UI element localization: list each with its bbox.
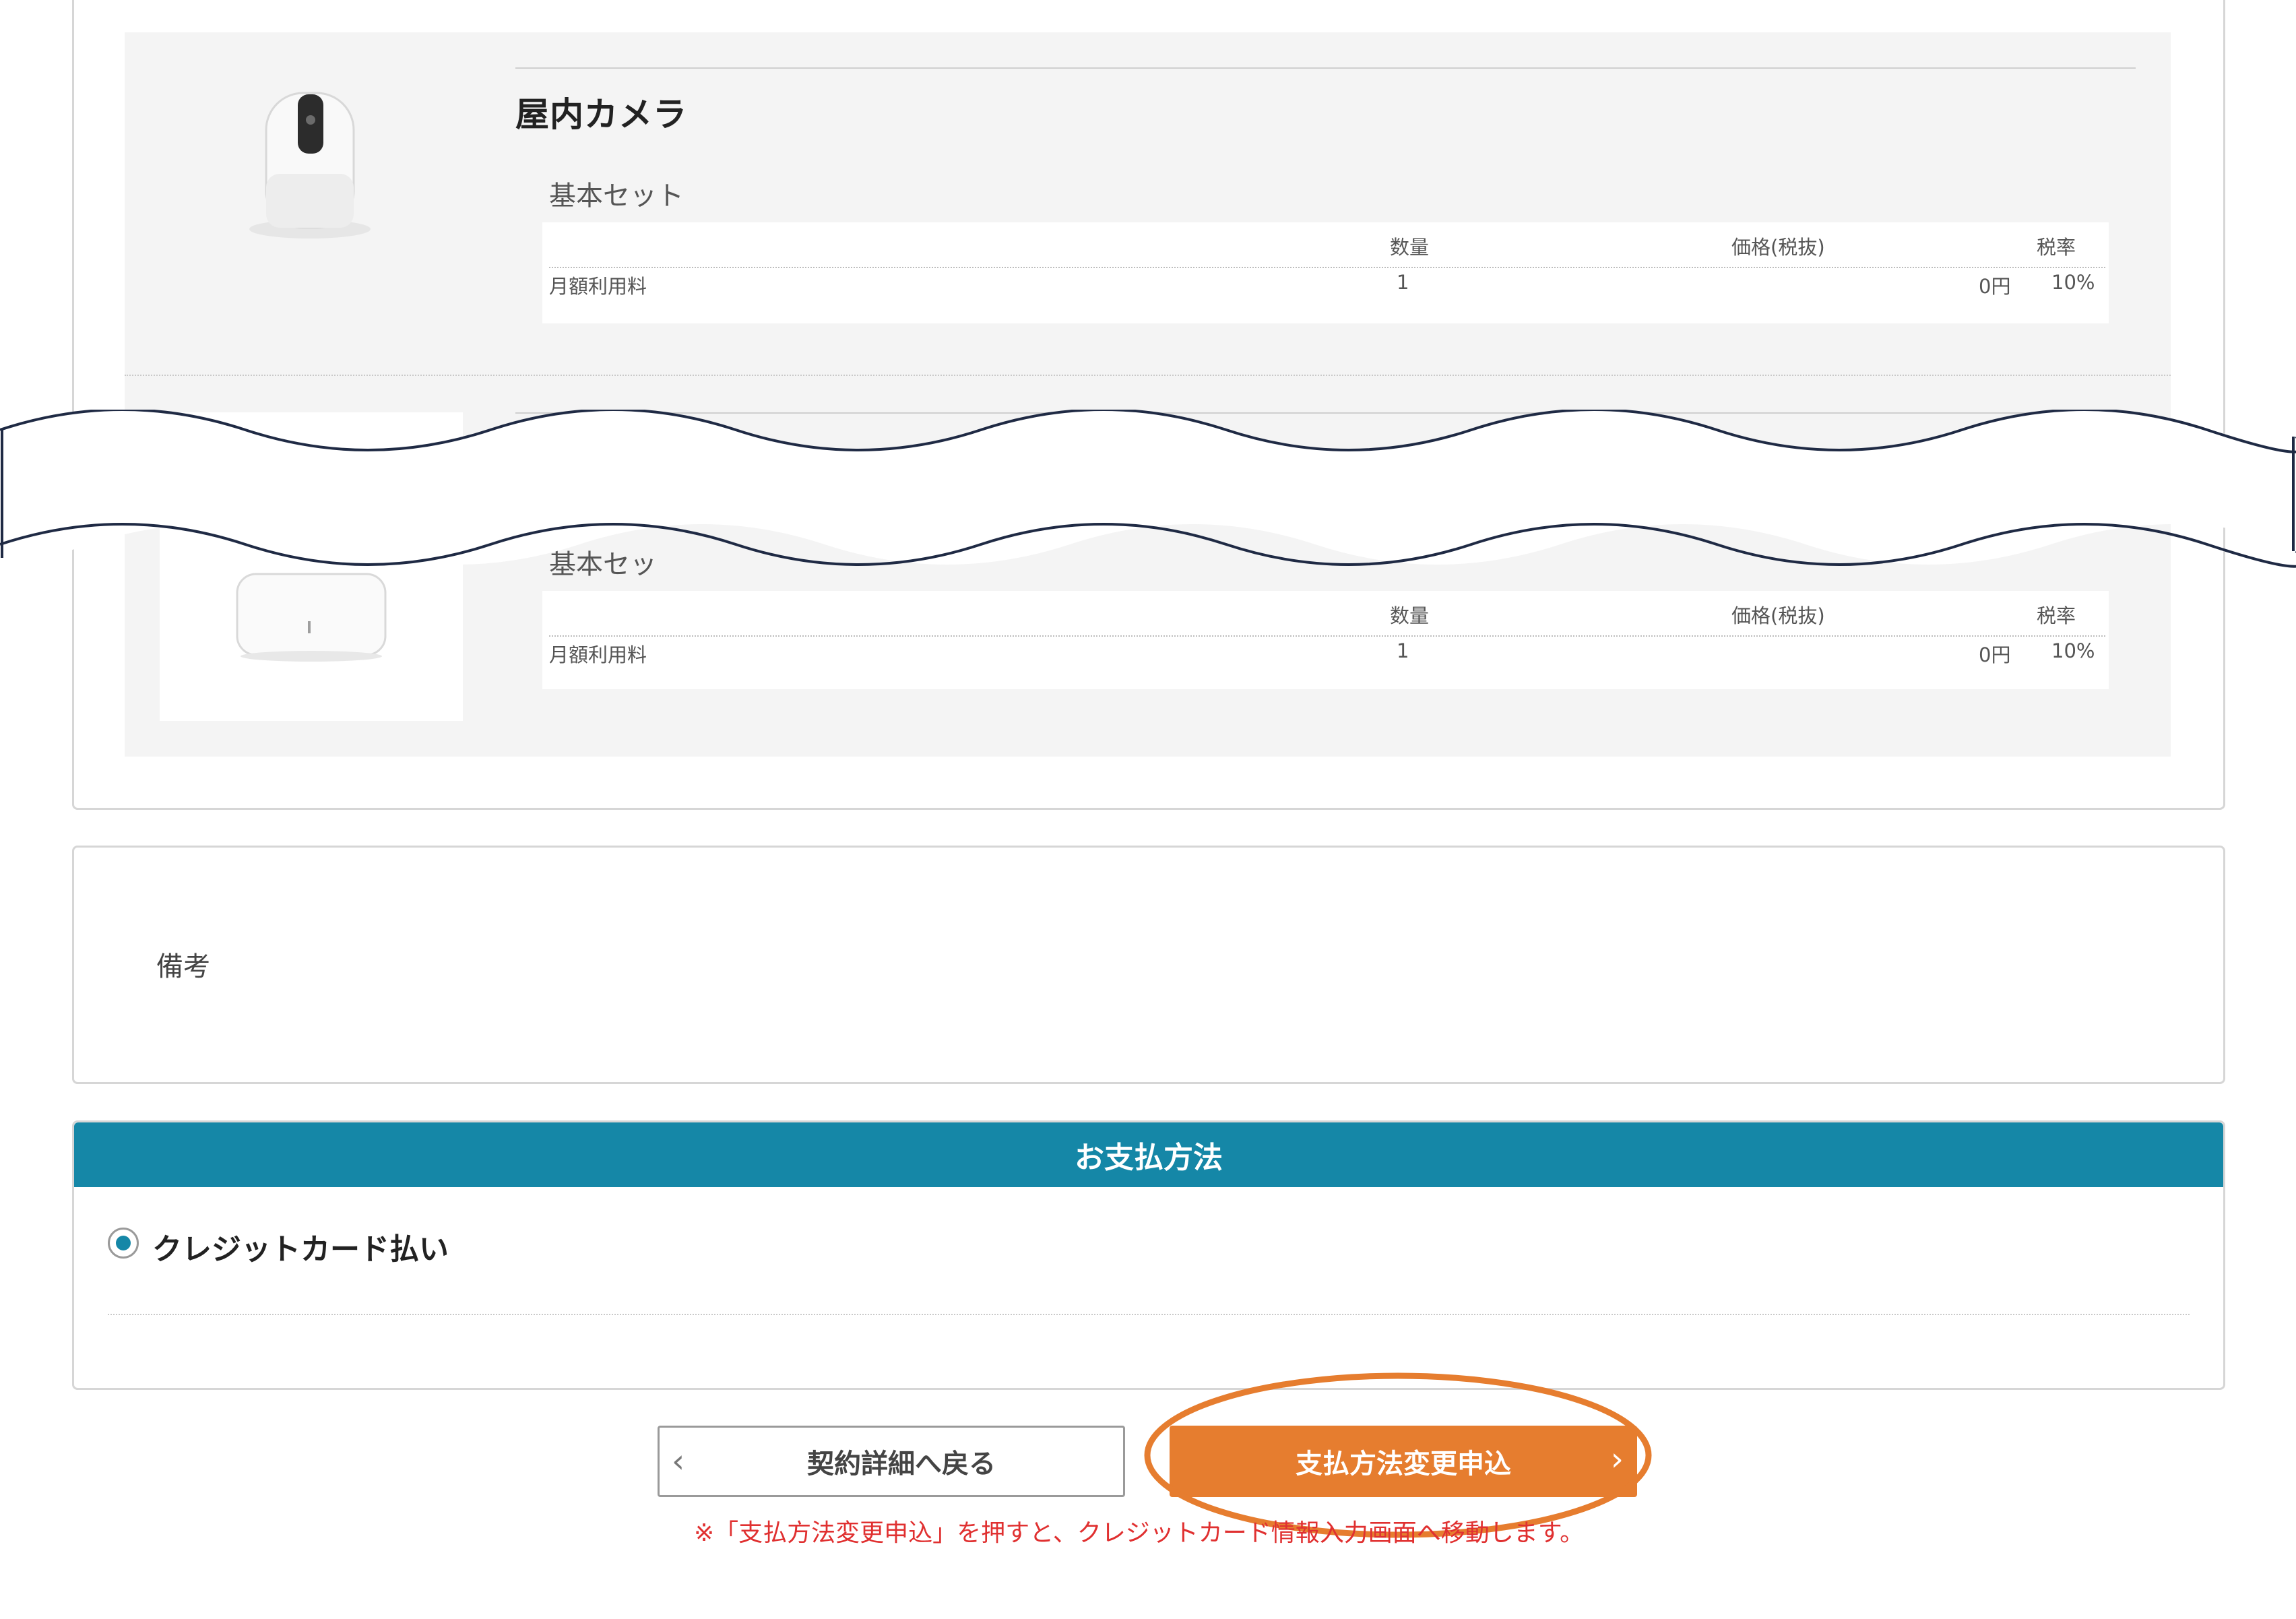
price-table: 数量 価格(税抜) 税率 月額利用料 1 0円 10% (542, 222, 2109, 323)
submit-note: ※「支払方法変更申込」を押すと、クレジットカード情報入力画面へ移動します。 (694, 1519, 1585, 1547)
back-to-contract-button[interactable]: ‹ 契約詳細へ戻る (658, 1426, 1125, 1497)
header-tax-rate: 税率 (2037, 236, 2076, 259)
product-divider (125, 375, 2171, 376)
payment-method-header: お支払方法 (74, 1122, 2223, 1187)
row-quantity: 1 (1397, 639, 1409, 662)
header-quantity: 数量 (1390, 236, 1430, 259)
back-button-label: 契約詳細へ戻る (807, 1449, 996, 1480)
row-item: 月額利用料 (549, 275, 647, 298)
header-tax-rate: 税率 (2037, 604, 2076, 627)
row-tax-rate: 10% (2051, 271, 2095, 294)
remarks-card (72, 846, 2225, 1084)
product-title: 屋内カメラ (515, 95, 687, 134)
omission-wave-band (0, 410, 2296, 569)
row-price: 0円 (1979, 275, 2011, 298)
header-price: 価格(税抜) (1731, 604, 1825, 627)
price-table: 数量 価格(税抜) 税率 月額利用料 1 0円 10% (542, 591, 2109, 689)
header-quantity: 数量 (1390, 604, 1430, 627)
header-price: 価格(税抜) (1731, 236, 1825, 259)
indoor-camera-image (243, 73, 377, 248)
row-item: 月額利用料 (549, 643, 647, 666)
table-divider (549, 267, 2105, 268)
table-divider (549, 635, 2105, 637)
credit-card-option-label[interactable]: クレジットカード払い (152, 1225, 449, 1268)
radio-selected-dot (116, 1236, 131, 1250)
remarks-label: 備考 (156, 951, 210, 982)
set-label: 基本セット (549, 181, 684, 212)
payment-divider (108, 1314, 2190, 1315)
product-title-rule (515, 67, 2136, 69)
row-tax-rate: 10% (2051, 639, 2095, 662)
row-price: 0円 (1979, 643, 2011, 666)
row-quantity: 1 (1397, 271, 1409, 294)
